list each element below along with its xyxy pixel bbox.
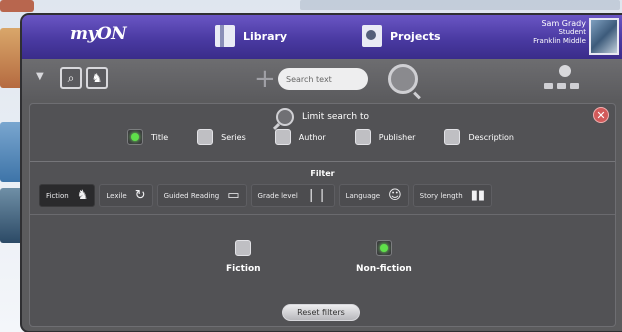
user-school: Franklin Middle: [533, 37, 586, 45]
language-icon: ☺: [388, 188, 402, 203]
user-name: Sam Grady: [541, 19, 586, 28]
search-icon: [276, 108, 295, 126]
divider: [30, 214, 615, 215]
background-header: [300, 0, 620, 10]
filter-title: Filter: [310, 169, 335, 178]
checkbox-title[interactable]: [127, 129, 143, 145]
tab-language[interactable]: Language ☺: [338, 184, 409, 207]
nav-projects-label: Projects: [390, 29, 441, 43]
limit-option-label: Title: [151, 132, 169, 142]
user-role: Student: [558, 28, 586, 36]
limit-option-author[interactable]: Author: [274, 129, 326, 145]
library-icon: [215, 25, 235, 47]
pegasus-icon: ♞: [91, 71, 103, 85]
projects-icon: [362, 25, 382, 47]
myon-logo[interactable]: myON: [70, 24, 127, 44]
top-navigation-bar: myON Library Projects Sam Grady Student …: [22, 15, 622, 59]
tab-grade-level[interactable]: Grade level ❘❘: [250, 184, 335, 207]
chevron-down-icon[interactable]: ▼: [36, 71, 44, 82]
tab-label: Lexile: [106, 191, 127, 200]
tab-fiction[interactable]: Fiction ♞: [39, 184, 96, 207]
tab-guided-reading[interactable]: Guided Reading ▭: [156, 184, 247, 207]
checkbox-publisher[interactable]: [354, 129, 371, 145]
type-option-fiction[interactable]: Fiction: [226, 240, 261, 274]
search-options-panel: Limit search to ✕ Title Series Author Pu…: [29, 103, 616, 327]
grid-view-icon: [544, 83, 579, 89]
limit-option-label: Publisher: [378, 132, 416, 142]
limit-search-title: Limit search to: [302, 112, 369, 122]
guided-reading-icon: ▭: [227, 188, 240, 203]
grade-level-icon: ❘❘: [305, 188, 328, 203]
limit-option-title[interactable]: Title: [127, 129, 168, 145]
checkbox-nonfiction[interactable]: [375, 240, 392, 256]
nav-library-label: Library: [243, 29, 288, 43]
checkbox-description[interactable]: [444, 129, 461, 145]
tab-label: Story length: [419, 191, 463, 200]
pegasus-button[interactable]: ♞: [86, 67, 108, 89]
checkbox-fiction[interactable]: [235, 240, 252, 256]
background-thumbnail: [0, 0, 34, 12]
search-button[interactable]: [388, 64, 418, 94]
tab-label: Language: [345, 191, 381, 200]
type-option-label: Fiction: [226, 264, 261, 274]
tab-label: Guided Reading: [163, 191, 220, 200]
type-option-nonfiction[interactable]: Non-fiction: [356, 240, 412, 274]
magnifier-icon: ⌕: [67, 70, 75, 85]
view-toggle[interactable]: [544, 65, 588, 93]
tab-lexile[interactable]: Lexile ↻: [99, 184, 153, 207]
plus-icon[interactable]: +: [254, 66, 276, 92]
tab-story-length[interactable]: Story length ▮▮: [412, 184, 493, 207]
story-length-icon: ▮▮: [470, 188, 486, 203]
lexile-icon: ↻: [134, 188, 146, 203]
limit-option-series[interactable]: Series: [197, 129, 246, 145]
search-input[interactable]: [278, 68, 368, 90]
divider: [30, 161, 615, 162]
checkbox-author[interactable]: [274, 129, 291, 145]
nav-projects[interactable]: Projects: [362, 25, 441, 47]
limit-option-label: Series: [221, 132, 246, 142]
limit-option-label: Author: [298, 132, 326, 142]
limit-option-description[interactable]: Description: [444, 129, 514, 145]
view-toggle-knob: [559, 65, 571, 77]
pegasus-icon: ♞: [76, 188, 89, 203]
limit-search-header: Limit search to: [30, 108, 615, 126]
limit-options: Title Series Author Publisher Descriptio…: [127, 129, 543, 145]
tab-label: Fiction: [46, 191, 69, 200]
library-toolbar: ▼ ⌕ ♞ +: [22, 59, 622, 100]
close-button[interactable]: ✕: [593, 107, 609, 123]
reset-filters-button[interactable]: Reset filters: [282, 304, 360, 321]
nav-library[interactable]: Library: [215, 25, 287, 47]
user-avatar[interactable]: [589, 18, 619, 55]
tab-label: Grade level: [257, 191, 298, 200]
limit-option-publisher[interactable]: Publisher: [354, 129, 416, 145]
search-options-button[interactable]: ⌕: [60, 67, 82, 89]
limit-option-label: Description: [468, 132, 514, 142]
filter-tabs: Fiction ♞ Lexile ↻ Guided Reading ▭ Grad…: [39, 184, 493, 207]
user-info[interactable]: Sam Grady Student Franklin Middle: [533, 19, 586, 46]
checkbox-series[interactable]: [197, 129, 214, 145]
myon-app-window: myON Library Projects Sam Grady Student …: [22, 15, 622, 331]
type-option-label: Non-fiction: [356, 264, 412, 274]
